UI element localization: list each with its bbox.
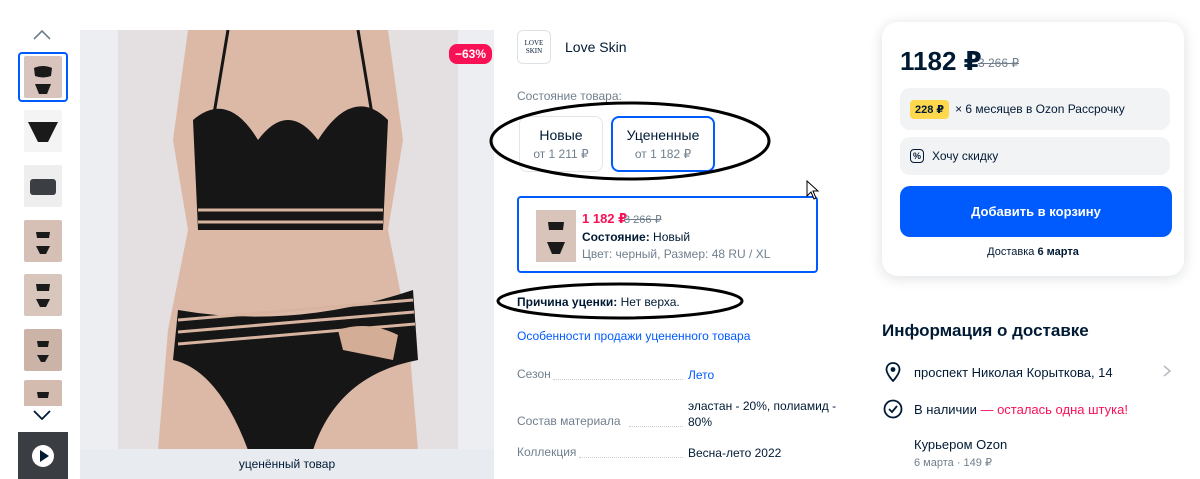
thumbnail-2[interactable] [18,106,68,156]
spec-leader [553,379,683,380]
spec-leader [579,457,683,458]
condition-used-price: от 1 182 ₽ [634,147,692,161]
thumbnail-6[interactable] [18,325,68,375]
want-discount-button[interactable]: % Хочу скидку [900,137,1170,175]
stock-warning: — осталась одна штука! [980,401,1128,417]
chevron-right-icon[interactable] [1163,364,1172,380]
thumbnail-4[interactable] [18,216,68,266]
spec-key: Состав материала [517,414,621,428]
courier-option-title[interactable]: Курьером Ozon [914,437,1007,452]
offer-card[interactable]: 1 182 ₽ 3 266 ₽ Состояние: Новый Цвет: ч… [517,196,818,273]
offer-attributes: Цвет: черный, Размер: 48 RU / XL [582,247,771,261]
discount-reason-value: Нет верха. [620,295,680,309]
spec-key: Коллекция [517,445,577,459]
discount-reason: Причина уценки: Нет верха. [517,295,680,309]
spec-value: Весна-лето 2022 [688,446,782,460]
condition-used-button[interactable]: Уцененные от 1 182 ₽ [611,116,715,172]
delivery-date: 6 марта [1037,246,1079,258]
spec-row-season: Сезон Лето [517,367,847,383]
video-thumbnail[interactable] [18,432,68,479]
chevron-up-icon [33,30,51,40]
mouse-cursor-icon [806,180,820,200]
delivery-address-row[interactable]: проспект Николая Корыткова, 14 [882,361,1113,383]
condition-new-title: Новые [539,127,583,143]
brand-logo[interactable]: LOVE SKIN [517,30,551,64]
spec-value: эластан - 20%, полиамид - 80% [688,399,837,429]
image-caption: уценённый товар [80,449,494,479]
thumbnail-5[interactable] [18,270,68,320]
main-product-image[interactable]: −63% уценённый товар [80,30,494,479]
condition-used-title: Уцененные [626,127,700,143]
condition-new-button[interactable]: Новые от 1 211 ₽ [519,116,603,172]
offer-thumbnail [536,210,576,262]
gallery-up-arrow[interactable] [31,28,53,42]
spec-key: Сезон [517,367,551,381]
thumbnail-image [24,380,62,406]
courier-option-details: 6 марта · 149 ₽ [914,457,992,469]
gallery-down-arrow[interactable] [31,408,53,422]
offer-condition-value: Новый [653,230,691,244]
installment-text: × 6 месяцев в Ozon Рассрочку [955,102,1125,116]
discount-badge: −63% [448,44,492,64]
offer-condition: Состояние: Новый [582,230,690,244]
condition-new-price: от 1 211 ₽ [533,147,589,161]
discount-reason-label: Причина уценки: [517,295,618,309]
buy-price: 1182 ₽ [900,46,982,76]
thumbnail-image [24,220,62,262]
offer-condition-label: Состояние: [582,230,650,244]
spec-value-link[interactable]: Лето [688,367,848,383]
installment-offer[interactable]: 228 ₽ × 6 месяцев в Ozon Рассрочку [900,88,1170,130]
buy-box: 1182 ₽ 3 266 ₽ 228 ₽ × 6 месяцев в Ozon … [882,22,1184,276]
offer-old-price: 3 266 ₽ [624,214,662,226]
product-photo [118,30,458,450]
want-discount-label: Хочу скидку [932,149,999,163]
spec-row-material: Состав материала эластан - 20%, полиамид… [517,398,847,432]
brand-name[interactable]: Love Skin [565,39,626,55]
offer-price: 1 182 ₽ [582,211,628,226]
delivery-prefix: Доставка [987,246,1035,258]
chevron-down-icon [33,410,51,420]
delivery-info-title: Информация о доставке [882,321,1089,340]
thumbnail-image [24,56,62,98]
delivery-date-line: Доставка 6 марта [882,246,1184,258]
sale-features-link[interactable]: Особенности продажи уцененного товара [517,329,750,343]
buy-old-price: 3 266 ₽ [978,56,1019,70]
stock-status-row: В наличии — осталась одна штука! [882,398,1128,420]
thumbnail-image [24,110,62,152]
thumbnail-3[interactable] [18,161,68,211]
delivery-address: проспект Николая Корыткова, 14 [914,364,1113,380]
brand-logo-line2: SKIN [525,47,543,55]
location-pin-icon [882,361,904,383]
spec-row-collection: Коллекция Весна-лето 2022 [517,445,847,461]
thumbnail-1[interactable] [18,52,68,102]
spec-leader [629,426,683,427]
percent-icon: % [910,149,924,163]
add-to-cart-button[interactable]: Добавить в корзину [900,186,1172,237]
thumbnail-image [24,274,62,316]
condition-label: Состояние товара: [517,89,622,103]
check-circle-icon [882,398,904,420]
thumbnail-image [24,165,62,207]
thumbnail-image [24,329,62,371]
in-stock-label: В наличии [914,401,977,417]
installment-badge: 228 ₽ [910,99,950,119]
brand-logo-line1: LOVE [524,39,544,47]
video-play-icon [18,432,68,479]
brand-block[interactable]: LOVE SKIN Love Skin [517,30,626,64]
thumbnail-7[interactable] [18,380,68,406]
